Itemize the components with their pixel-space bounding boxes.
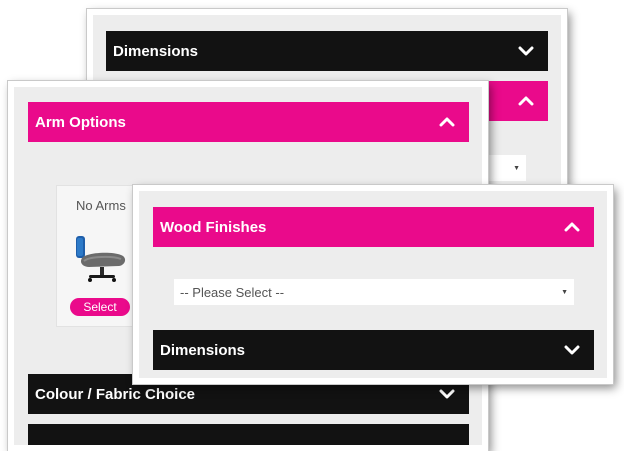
arm-options-header[interactable]: Arm Options [28, 102, 469, 142]
dimensions-header[interactable]: Dimensions [106, 31, 548, 71]
wood-finishes-panel: Wood Finishes -- Please Select -- ▼ Dime… [133, 185, 613, 384]
chevron-up-icon [439, 117, 455, 127]
back-panel-select[interactable]: ▼ [488, 155, 526, 181]
option-title: No Arms [76, 198, 126, 213]
arm-options-label: Arm Options [35, 113, 126, 131]
next-section-header[interactable] [28, 424, 469, 445]
dimensions-label: Dimensions [160, 341, 246, 359]
wood-finishes-header[interactable]: Wood Finishes [153, 207, 594, 247]
chevron-down-icon [564, 345, 580, 355]
dimensions-header[interactable]: Dimensions [153, 330, 594, 370]
chevron-down-icon [518, 46, 534, 56]
wood-finish-select[interactable]: -- Please Select -- ▼ [174, 279, 574, 305]
wood-finishes-label: Wood Finishes [160, 218, 267, 236]
dropdown-caret-icon: ▼ [513, 164, 520, 172]
chair-image [76, 236, 126, 282]
dropdown-caret-icon: ▼ [561, 288, 568, 296]
chevron-up-icon [518, 96, 534, 106]
colour-fabric-label: Colour / Fabric Choice [35, 385, 196, 403]
dimensions-header-label: Dimensions [113, 42, 199, 60]
wood-finish-select-value: -- Please Select -- [180, 284, 285, 300]
chevron-down-icon [439, 389, 455, 399]
select-button[interactable]: Select [70, 298, 130, 316]
chevron-up-icon [564, 222, 580, 232]
